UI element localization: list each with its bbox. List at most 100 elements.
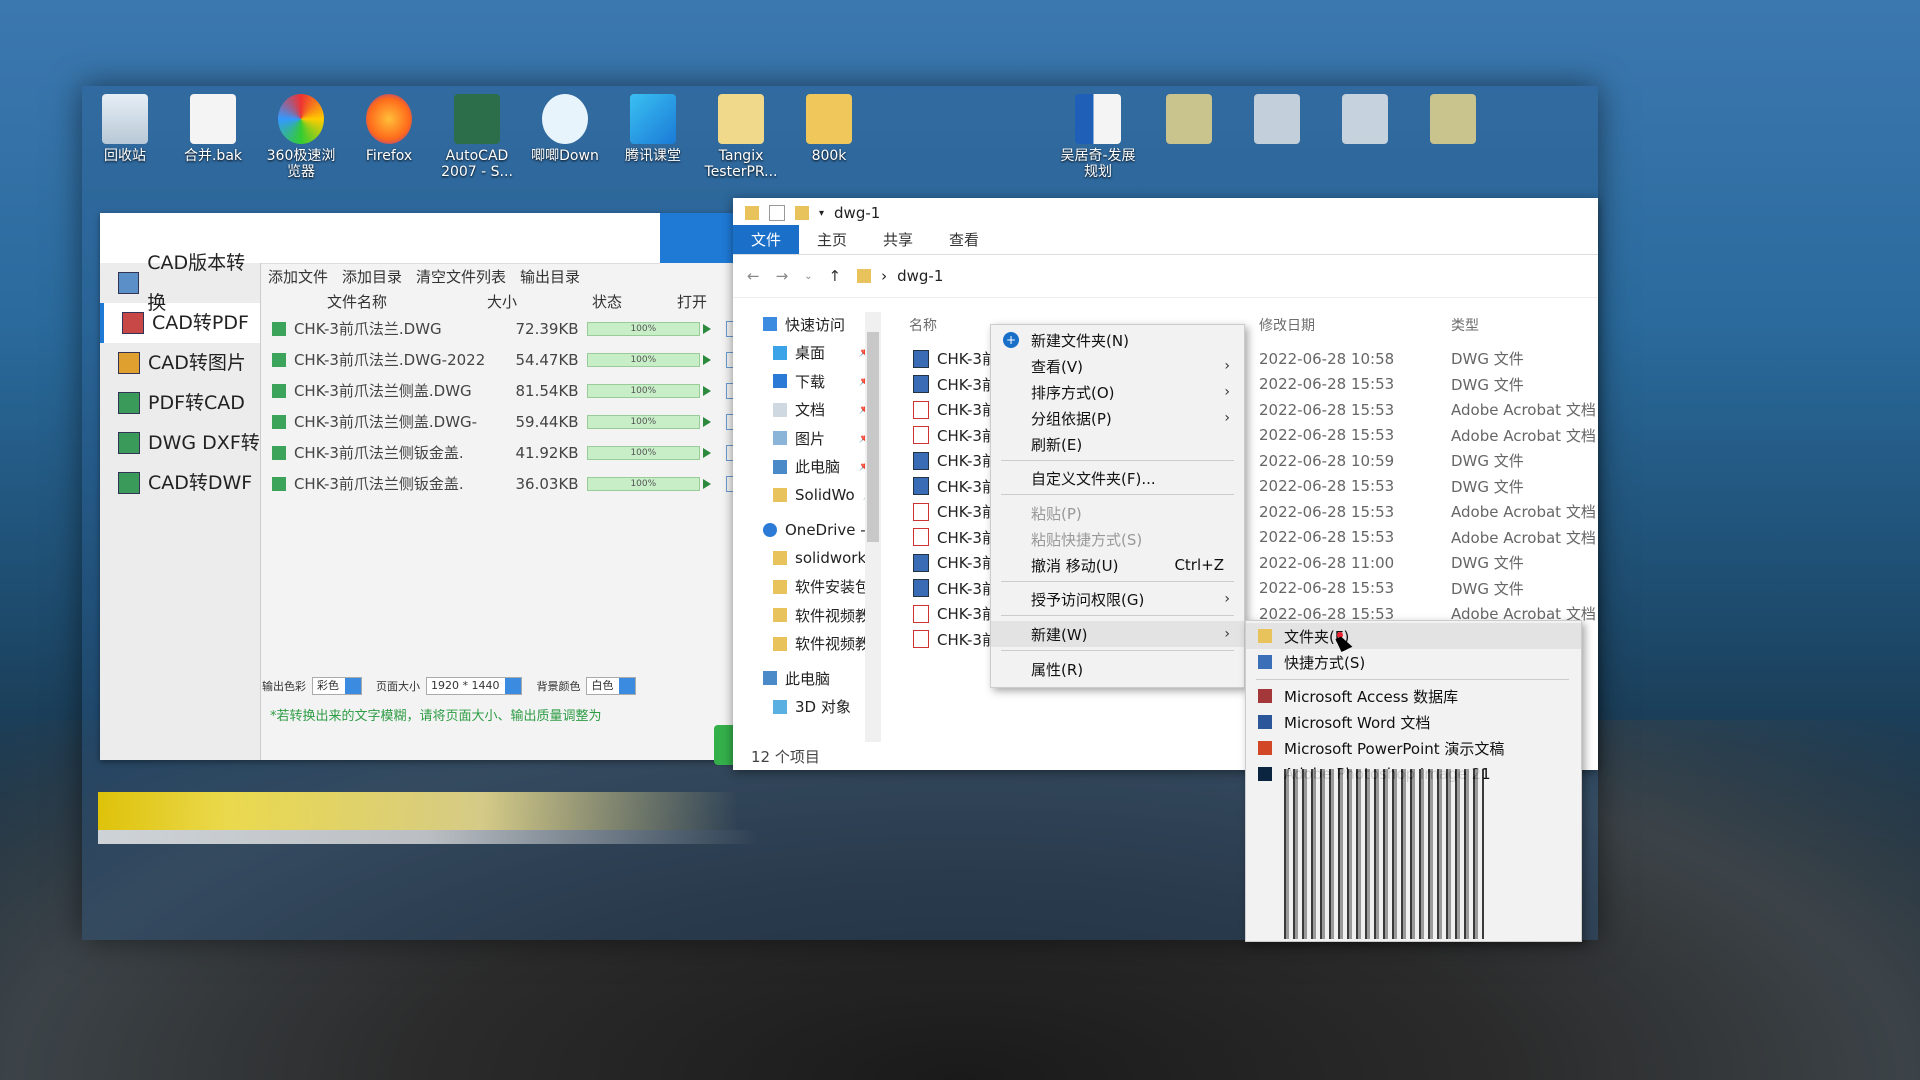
nav-item-solidworks[interactable]: SolidWo📌 [733,481,883,510]
add-dir-button[interactable]: 添加目录 [342,266,402,287]
desktop-icon-folder[interactable] [1412,94,1494,148]
file-row[interactable]: CHK-3前 [913,372,997,397]
nav-item-pictures[interactable]: 图片📌 [733,424,883,453]
menu-item-label: 粘贴(P) [1031,504,1082,523]
menu-item-paste-shortcut[interactable]: 粘贴快捷方式(S) [991,526,1244,552]
sidebar-item-pdf-to-cad[interactable]: PDF转CAD [100,383,260,423]
scrollbar-thumb[interactable] [867,332,879,542]
desktop-icon-doc[interactable] [1324,94,1406,148]
clear-list-button[interactable]: 清空文件列表 [416,266,506,287]
file-date: 2022-06-28 10:58 [1259,349,1395,368]
menu-item-grant-access[interactable]: 授予访问权限(G) › [991,586,1244,612]
forward-arrow-icon[interactable]: → [776,267,789,285]
address-bar[interactable]: › dwg-1 [857,267,943,285]
sidebar-item-cad-version[interactable]: CAD版本转换 [100,252,260,314]
submenu-item-word[interactable]: Microsoft Word 文档 [1246,709,1581,735]
chevron-right-icon: › [1224,410,1230,426]
column-header-name[interactable]: 名称 [909,315,937,335]
background-color-select[interactable]: 白色 [586,677,637,695]
menu-item-new[interactable]: 新建(W) › [991,621,1244,647]
desktop-icon-folder[interactable] [1148,94,1230,148]
file-row[interactable]: CHK-3前 [913,499,997,524]
column-header-type[interactable]: 类型 [1451,315,1479,335]
file-list: CHK-3前爪法兰.DWG 72.39KB 100% CHK-3前爪法兰.DWG-2… [262,313,740,499]
desktop-icon-jijidown[interactable]: 唧唧Down [524,94,606,164]
file-row[interactable]: CHK-3前 [913,525,997,550]
nav-item-folder[interactable]: solidworks [733,544,883,573]
desktop-icon-firefox[interactable]: Firefox [348,94,430,164]
desktop-icon-800k[interactable]: 800k [788,94,870,164]
submenu-item-folder[interactable]: 文件夹(F) [1246,623,1581,649]
output-color-select[interactable]: 彩色 [312,677,362,695]
nav-item-this-pc[interactable]: 此电脑 [733,664,883,693]
file-row[interactable]: CHK-3前 [913,423,997,448]
tab-view[interactable]: 查看 [931,225,997,254]
nav-item-onedrive[interactable]: OneDrive - [733,516,883,545]
desktop-icon-tangix[interactable]: Tangix TesterPR... [700,94,782,180]
file-row[interactable]: CHK-3前 [913,576,997,601]
file-row[interactable]: CHK-3前 [913,397,997,422]
file-row[interactable]: CHK-3前 [913,474,997,499]
sidebar-item-cad-to-pdf[interactable]: CAD转PDF [100,303,260,343]
table-row[interactable]: CHK-3前爪法兰侧盖.DWG 81.54KB 100% [262,375,740,406]
nav-scrollbar[interactable] [865,312,881,742]
table-row[interactable]: CHK-3前爪法兰.DWG 72.39KB 100% [262,313,740,344]
menu-item-paste[interactable]: 粘贴(P) [991,500,1244,526]
checkbox-icon[interactable] [769,205,785,221]
column-header-date[interactable]: 修改日期 [1259,315,1315,335]
table-row[interactable]: CHK-3前爪法兰侧钣金盖. 36.03KB 100% [262,468,740,499]
chevron-down-icon[interactable]: ▾ [819,208,824,219]
table-row[interactable]: CHK-3前爪法兰.DWG-2022 54.47KB 100% [262,344,740,375]
add-file-button[interactable]: 添加文件 [268,266,328,287]
desktop-icon-doc[interactable] [1236,94,1318,148]
nav-item-folder[interactable]: 软件视频教 [733,601,883,630]
submenu-item-powerpoint[interactable]: Microsoft PowerPoint 演示文稿 [1246,735,1581,761]
nav-item-folder[interactable]: 软件视频教 [733,630,883,659]
menu-item-customize-folder[interactable]: 自定义文件夹(F)... [991,465,1244,491]
menu-item-refresh[interactable]: 刷新(E) [991,431,1244,457]
table-row[interactable]: CHK-3前爪法兰侧盖.DWG- 59.44KB 100% [262,406,740,437]
back-arrow-icon[interactable]: ← [747,267,760,285]
nav-item-desktop[interactable]: 桌面📌 [733,339,883,368]
output-dir-button[interactable]: 输出目录 [520,266,580,287]
file-row[interactable]: CHK-3前 [913,346,997,371]
menu-item-sort[interactable]: 排序方式(O) › [991,379,1244,405]
dwg-file-icon [913,375,929,393]
sidebar-item-cad-to-image[interactable]: CAD转图片 [100,343,260,383]
desktop-icon-bak[interactable]: 合并.bak [172,94,254,164]
nav-item-this-pc[interactable]: 此电脑📌 [733,453,883,482]
pdf-file-icon [913,426,929,444]
file-row[interactable]: CHK-3前 [913,627,997,652]
computer-icon [773,459,787,474]
sidebar-item-cad-to-dwf[interactable]: CAD转DWF [100,463,260,503]
menu-item-properties[interactable]: 属性(R) [991,656,1244,682]
submenu-item-access[interactable]: Microsoft Access 数据库 [1246,683,1581,709]
menu-item-new-folder[interactable]: + 新建文件夹(N) [991,327,1244,353]
file-row[interactable]: CHK-3前 [913,448,997,473]
nav-item-3d-objects[interactable]: 3D 对象 [733,693,883,722]
sidebar-item-dwg-dxf[interactable]: DWG DXF转 [100,423,260,463]
desktop-icon-autocad[interactable]: AutoCAD 2007 - S... [436,94,518,180]
desktop-icon-recycle-bin[interactable]: 回收站 [84,94,166,164]
desktop-icon-tencent[interactable]: 腾讯课堂 [612,94,694,164]
file-row[interactable]: CHK-3前 [913,550,997,575]
desktop-icon-word-doc[interactable]: 吴居奇-发展规划 [1057,94,1139,180]
menu-item-view[interactable]: 查看(V) › [991,353,1244,379]
chevron-down-icon[interactable]: ⌄ [804,271,812,282]
up-arrow-icon[interactable]: ↑ [829,267,842,285]
nav-item-documents[interactable]: 文档📌 [733,396,883,425]
menu-separator [1256,679,1569,680]
nav-item-folder[interactable]: 软件安装包 [733,573,883,602]
nav-item-quick-access[interactable]: 快速访问 [733,310,883,339]
file-row[interactable]: CHK-3前 [913,601,997,626]
tab-share[interactable]: 共享 [865,225,931,254]
menu-item-group[interactable]: 分组依据(P) › [991,405,1244,431]
tab-file[interactable]: 文件 [733,225,800,254]
page-size-select[interactable]: 1920 * 1440 [426,677,523,695]
submenu-item-shortcut[interactable]: 快捷方式(S) [1246,649,1581,675]
table-row[interactable]: CHK-3前爪法兰侧钣金盖. 41.92KB 100% [262,437,740,468]
desktop-icon-360[interactable]: 360极速浏览器 [260,94,342,180]
tab-home[interactable]: 主页 [799,225,865,254]
nav-item-downloads[interactable]: 下载📌 [733,367,883,396]
menu-item-undo-move[interactable]: 撤消 移动(U) Ctrl+Z [991,552,1244,578]
